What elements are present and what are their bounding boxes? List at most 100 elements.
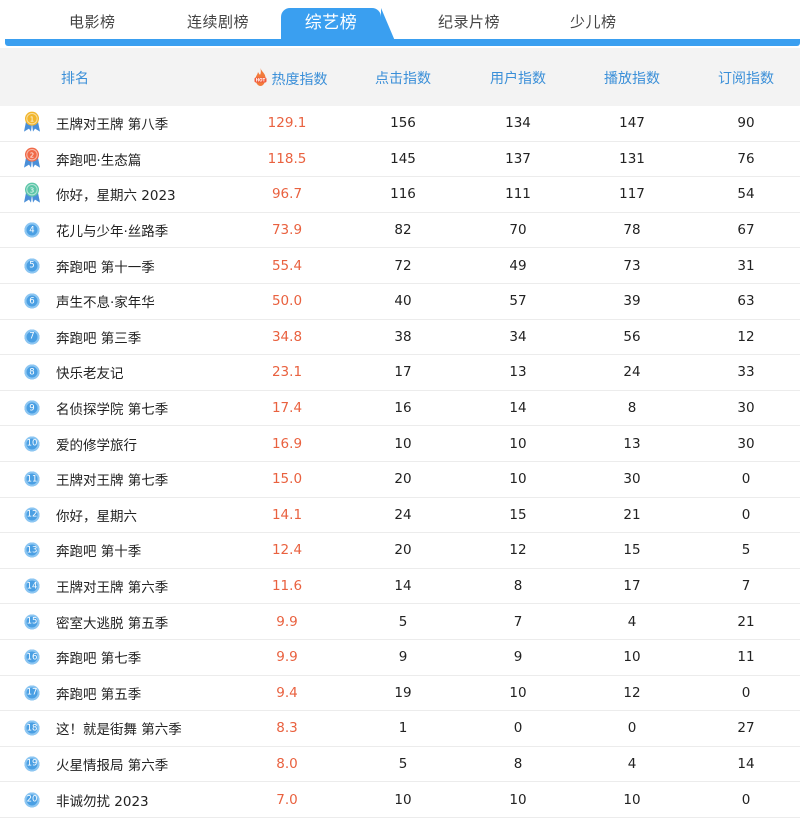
subs-index-value: 90	[737, 115, 755, 132]
show-title-link[interactable]: 奔跑吧 第十一季	[56, 256, 155, 276]
table-row[interactable]: 20 非诚勿扰 2023 7.0 10 10 10 0	[0, 782, 800, 818]
heat-index-value: 9.9	[276, 649, 298, 666]
header-clicks[interactable]: 点击指数	[375, 68, 431, 88]
users-index-value: 49	[509, 257, 527, 274]
show-title-link[interactable]: 非诚勿扰 2023	[56, 790, 149, 810]
tab-movies[interactable]: 电影榜	[69, 11, 116, 32]
rank-badge: 4	[24, 222, 40, 238]
show-title-link[interactable]: 奔跑吧 第三季	[56, 327, 141, 347]
users-index-value: 10	[509, 684, 527, 701]
show-title-link[interactable]: 奔跑吧·生态篇	[56, 149, 141, 169]
heat-index-value: 11.6	[271, 578, 303, 595]
ranking-table: 1 王牌对王牌 第八季 129.1 156 134 147 90 2 奔跑吧·生态篇 118…	[0, 106, 800, 818]
tab-kids[interactable]: 少儿榜	[570, 11, 617, 32]
table-row[interactable]: 19 火星情报局 第六季 8.0 5 8 4 14	[0, 747, 800, 783]
heat-index-value: 7.0	[276, 791, 298, 808]
show-title-link[interactable]: 爱的修学旅行	[56, 434, 137, 454]
show-title-link[interactable]: 奔跑吧 第十季	[56, 540, 141, 560]
table-row[interactable]: 13 奔跑吧 第十季 12.4 20 12 15 5	[0, 533, 800, 569]
table-row[interactable]: 1 王牌对王牌 第八季 129.1 156 134 147 90	[0, 106, 800, 142]
subs-index-value: 27	[737, 720, 755, 737]
plays-index-value: 147	[619, 115, 645, 132]
header-heat[interactable]: HOT 热度指数	[253, 68, 328, 89]
table-row[interactable]: 9 名侦探学院 第七季 17.4 16 14 8 30	[0, 391, 800, 427]
subs-index-value: 11	[737, 649, 755, 666]
subs-index-value: 67	[737, 222, 755, 239]
subs-index-value: 76	[737, 150, 755, 167]
header-subs[interactable]: 订阅指数	[718, 68, 774, 88]
rank-badge: 9	[24, 400, 40, 416]
show-title-link[interactable]: 奔跑吧 第七季	[56, 647, 141, 667]
subs-index-value: 63	[737, 293, 755, 310]
rank-medal-icon: 3	[24, 183, 40, 204]
users-index-value: 7	[513, 613, 523, 630]
show-title-link[interactable]: 你好，星期六	[56, 505, 137, 525]
rank-badge: 6	[24, 293, 40, 309]
plays-index-value: 117	[619, 186, 645, 203]
table-row[interactable]: 16 奔跑吧 第七季 9.9 9 9 10 11	[0, 640, 800, 676]
plays-index-value: 131	[619, 150, 645, 167]
header-plays[interactable]: 播放指数	[604, 68, 660, 88]
subs-index-value: 30	[737, 435, 755, 452]
subs-index-value: 7	[741, 578, 751, 595]
clicks-index-value: 19	[394, 684, 412, 701]
heat-index-value: 17.4	[271, 400, 303, 417]
show-title-link[interactable]: 快乐老友记	[56, 362, 124, 382]
show-title-link[interactable]: 奔跑吧 第五季	[56, 683, 141, 703]
clicks-index-value: 82	[394, 222, 412, 239]
plays-index-value: 12	[623, 684, 641, 701]
plays-index-value: 4	[627, 613, 637, 630]
tab-documentary[interactable]: 纪录片榜	[438, 11, 500, 32]
table-row[interactable]: 11 王牌对王牌 第七季 15.0 20 10 30 0	[0, 462, 800, 498]
clicks-index-value: 156	[390, 115, 416, 132]
show-title-link[interactable]: 名侦探学院 第七季	[56, 398, 168, 418]
table-row[interactable]: 12 你好，星期六 14.1 24 15 21 0	[0, 498, 800, 534]
table-row[interactable]: 2 奔跑吧·生态篇 118.5 145 137 131 76	[0, 142, 800, 178]
show-title-link[interactable]: 王牌对王牌 第六季	[56, 576, 168, 596]
subs-index-value: 5	[741, 542, 751, 559]
table-row[interactable]: 5 奔跑吧 第十一季 55.4 72 49 73 31	[0, 248, 800, 284]
show-title-link[interactable]: 王牌对王牌 第八季	[56, 113, 168, 133]
subs-index-value: 0	[741, 471, 751, 488]
plays-index-value: 0	[627, 720, 637, 737]
rank-badge: 12	[24, 507, 40, 523]
subs-index-value: 54	[737, 186, 755, 203]
table-row[interactable]: 6 声生不息·家年华 50.0 40 57 39 63	[0, 284, 800, 320]
subs-index-value: 30	[737, 400, 755, 417]
show-title-link[interactable]: 花儿与少年·丝路季	[56, 220, 168, 240]
table-row[interactable]: 10 爱的修学旅行 16.9 10 10 13 30	[0, 426, 800, 462]
rank-badge: 13	[24, 542, 40, 558]
show-title-link[interactable]: 你好，星期六 2023	[56, 184, 176, 204]
table-row[interactable]: 3 你好，星期六 2023 96.7 116 111 117 54	[0, 177, 800, 213]
subs-index-value: 0	[741, 684, 751, 701]
tab-variety[interactable]: 综艺榜	[281, 8, 395, 41]
rank-badge: 8	[24, 364, 40, 380]
table-row[interactable]: 8 快乐老友记 23.1 17 13 24 33	[0, 355, 800, 391]
svg-text:3: 3	[30, 187, 34, 195]
header-users[interactable]: 用户指数	[490, 68, 546, 88]
table-row[interactable]: 7 奔跑吧 第三季 34.8 38 34 56 12	[0, 320, 800, 356]
table-row[interactable]: 14 王牌对王牌 第六季 11.6 14 8 17 7	[0, 569, 800, 605]
plays-index-value: 13	[623, 435, 641, 452]
rank-badge: 7	[24, 329, 40, 345]
header-rank[interactable]: 排名	[61, 68, 89, 88]
rank-badge: 16	[24, 649, 40, 665]
table-row[interactable]: 15 密室大逃脱 第五季 9.9 5 7 4 21	[0, 604, 800, 640]
show-title-link[interactable]: 火星情报局 第六季	[56, 754, 168, 774]
clicks-index-value: 5	[398, 755, 408, 772]
show-title-link[interactable]: 王牌对王牌 第七季	[56, 469, 168, 489]
users-index-value: 15	[509, 506, 527, 523]
table-row[interactable]: 4 花儿与少年·丝路季 73.9 82 70 78 67	[0, 213, 800, 249]
rank-badge: 15	[24, 614, 40, 630]
tab-series[interactable]: 连续剧榜	[187, 11, 249, 32]
table-row[interactable]: 17 奔跑吧 第五季 9.4 19 10 12 0	[0, 676, 800, 712]
clicks-index-value: 20	[394, 542, 412, 559]
users-index-value: 57	[509, 293, 527, 310]
plays-index-value: 30	[623, 471, 641, 488]
show-title-link[interactable]: 这！就是街舞 第六季	[56, 718, 182, 738]
show-title-link[interactable]: 声生不息·家年华	[56, 291, 155, 311]
clicks-index-value: 38	[394, 328, 412, 345]
table-row[interactable]: 18 这！就是街舞 第六季 8.3 1 0 0 27	[0, 711, 800, 747]
plays-index-value: 8	[627, 400, 637, 417]
show-title-link[interactable]: 密室大逃脱 第五季	[56, 612, 168, 632]
